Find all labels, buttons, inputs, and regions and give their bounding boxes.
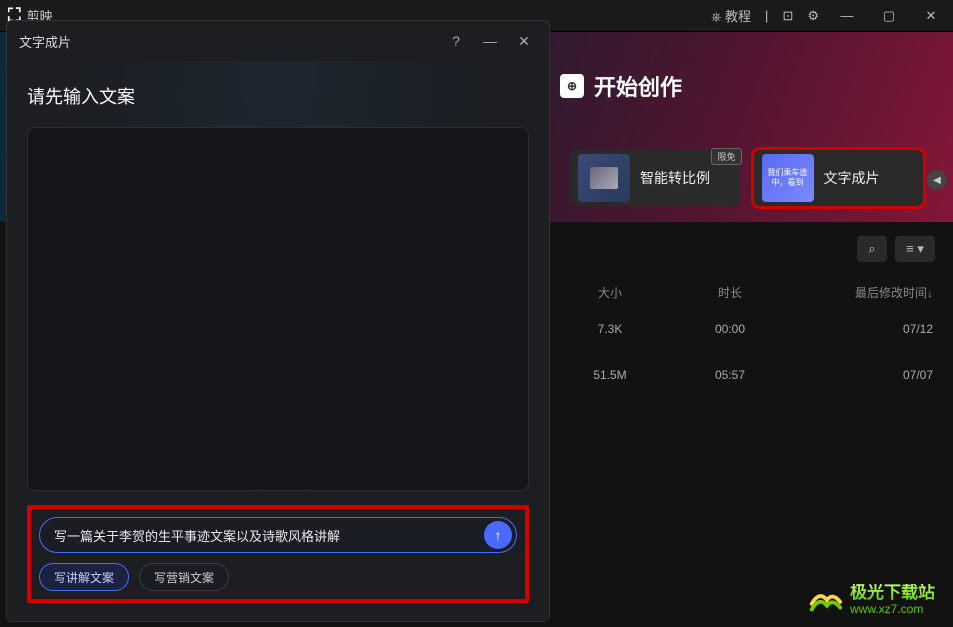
feature-smart-ratio[interactable]: 智能转比例 限免 (570, 150, 740, 206)
start-creation-header: ⊕ 开始创作 (560, 70, 682, 102)
text-to-video-modal: 文字成片 ? — ✕ 请先输入文案 ↑ 写讲解文案 写营销文案 (6, 20, 550, 622)
preset-marketing-button[interactable]: 写营销文案 (139, 563, 229, 591)
cell-duration: 00:00 (660, 322, 800, 336)
cell-size: 51.5M (560, 368, 660, 382)
watermark-url: www.xz7.com (850, 603, 935, 616)
title-right-controls: ⎈ 教程 | ⊡ ⚙ — ▢ ✕ (711, 2, 945, 30)
modal-body: 请先输入文案 ↑ 写讲解文案 写营销文案 (7, 61, 549, 621)
text-to-video-label: 文字成片 (824, 168, 880, 188)
ai-input-group: ↑ 写讲解文案 写营销文案 (27, 505, 529, 603)
watermark-text: 极光下载站 www.xz7.com (850, 584, 935, 616)
scroll-left-arrow[interactable]: ◀ (927, 170, 947, 190)
prompt-heading: 请先输入文案 (27, 83, 529, 109)
cell-modified: 07/12 (800, 322, 943, 336)
table-row[interactable]: 51.5M 05:57 07/07 (560, 352, 943, 398)
search-button[interactable]: ⌕ (857, 236, 887, 262)
close-button[interactable]: ✕ (917, 2, 945, 30)
text-to-video-thumb: 我们乘车途中，看到 (762, 154, 814, 202)
ai-input-row: ↑ (39, 517, 517, 553)
start-creation-label: 开始创作 (594, 70, 682, 102)
limited-badge: 限免 (711, 148, 741, 165)
divider: | (765, 8, 768, 23)
table-header: 大小 时长 最后修改时间↓ (560, 278, 943, 306)
list-toolbar: ⌕ ≡ ▾ (857, 236, 935, 262)
cell-modified: 07/07 (800, 368, 943, 382)
preset-explain-button[interactable]: 写讲解文案 (39, 563, 129, 591)
watermark: 极光下载站 www.xz7.com (806, 581, 935, 619)
col-duration[interactable]: 时长 (660, 284, 800, 301)
sort-icon: ≡ ▾ (906, 241, 924, 257)
minimize-button[interactable]: — (833, 2, 861, 30)
feedback-icon[interactable]: ⊡ (782, 8, 793, 24)
feature-row: 智能转比例 限免 我们乘车途中，看到 文字成片 (570, 150, 923, 206)
script-textarea[interactable] (27, 127, 529, 491)
modal-minimize-button[interactable]: — (477, 28, 503, 54)
tutorial-link[interactable]: ⎈ 教程 (711, 6, 751, 25)
modal-title: 文字成片 (19, 32, 71, 51)
modal-close-button[interactable]: ✕ (511, 28, 537, 54)
watermark-name: 极光下载站 (850, 584, 935, 603)
smart-ratio-thumb (578, 154, 630, 202)
col-modified[interactable]: 最后修改时间↓ (800, 284, 943, 301)
sort-button[interactable]: ≡ ▾ (895, 236, 935, 262)
project-table: 大小 时长 最后修改时间↓ 7.3K 00:00 07/12 51.5M 05:… (560, 278, 943, 398)
modal-titlebar: 文字成片 ? — ✕ (7, 21, 549, 61)
cell-size: 7.3K (560, 322, 660, 336)
start-creation-icon: ⊕ (560, 74, 584, 98)
table-row[interactable]: 7.3K 00:00 07/12 (560, 306, 943, 352)
help-icon: ? (452, 33, 460, 49)
feature-text-to-video[interactable]: 我们乘车途中，看到 文字成片 (754, 150, 924, 206)
settings-icon[interactable]: ⚙ (807, 8, 819, 24)
maximize-button[interactable]: ▢ (875, 2, 903, 30)
col-size[interactable]: 大小 (560, 284, 660, 301)
preset-row: 写讲解文案 写营销文案 (39, 563, 517, 591)
send-button[interactable]: ↑ (484, 521, 512, 549)
smart-ratio-label: 智能转比例 (640, 168, 710, 188)
arrow-up-icon: ↑ (495, 527, 502, 543)
watermark-icon (806, 581, 844, 619)
help-button[interactable]: ? (443, 28, 469, 54)
search-icon: ⌕ (868, 241, 875, 257)
cell-duration: 05:57 (660, 368, 800, 382)
ai-prompt-input[interactable] (54, 528, 476, 543)
